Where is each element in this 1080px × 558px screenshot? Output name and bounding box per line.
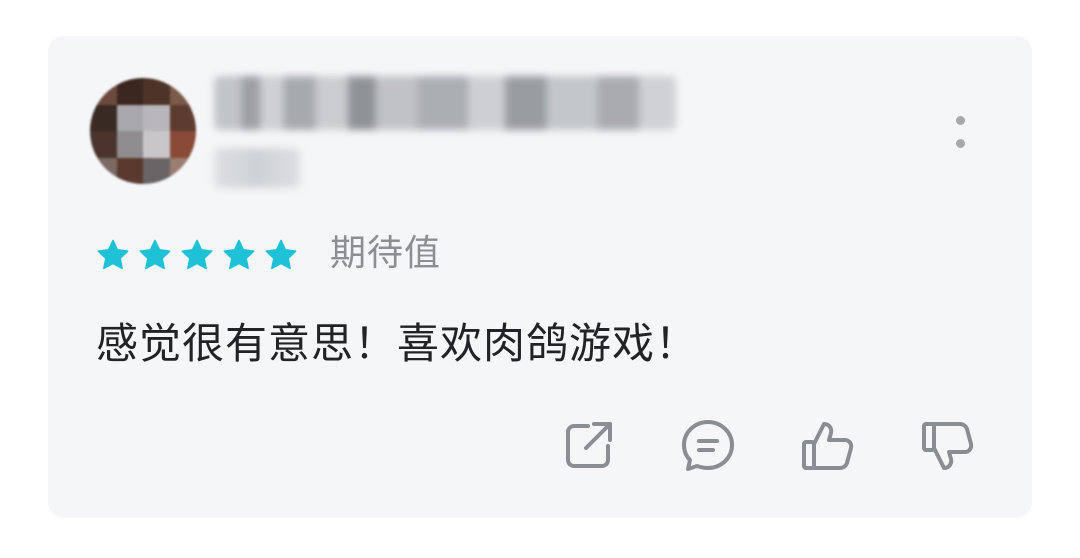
share-icon <box>566 422 612 468</box>
review-text: 感觉很有意思！喜欢肉鸽游戏！ <box>96 319 699 368</box>
comment-icon <box>682 420 734 471</box>
comment-button[interactable] <box>678 416 738 476</box>
star-icon <box>265 239 297 270</box>
rating-label: 期待值 <box>330 233 442 274</box>
review-actions <box>558 416 998 480</box>
username-redacted <box>214 76 676 130</box>
like-button[interactable] <box>798 416 858 476</box>
dislike-button[interactable] <box>918 416 978 476</box>
star-icon <box>223 239 255 270</box>
star-icon <box>181 239 213 270</box>
more-options-button[interactable] <box>946 114 974 150</box>
user-meta-redacted <box>214 148 300 188</box>
avatar[interactable] <box>90 78 196 184</box>
review-card: 期待值 感觉很有意思！喜欢肉鸽游戏！ <box>48 36 1032 518</box>
more-vertical-icon <box>955 116 965 125</box>
star-icon <box>139 239 171 270</box>
share-button[interactable] <box>558 416 618 476</box>
thumbs-down-icon <box>922 422 974 470</box>
star-rating <box>96 238 298 272</box>
thumbs-up-icon <box>802 422 854 470</box>
star-icon <box>97 239 129 270</box>
